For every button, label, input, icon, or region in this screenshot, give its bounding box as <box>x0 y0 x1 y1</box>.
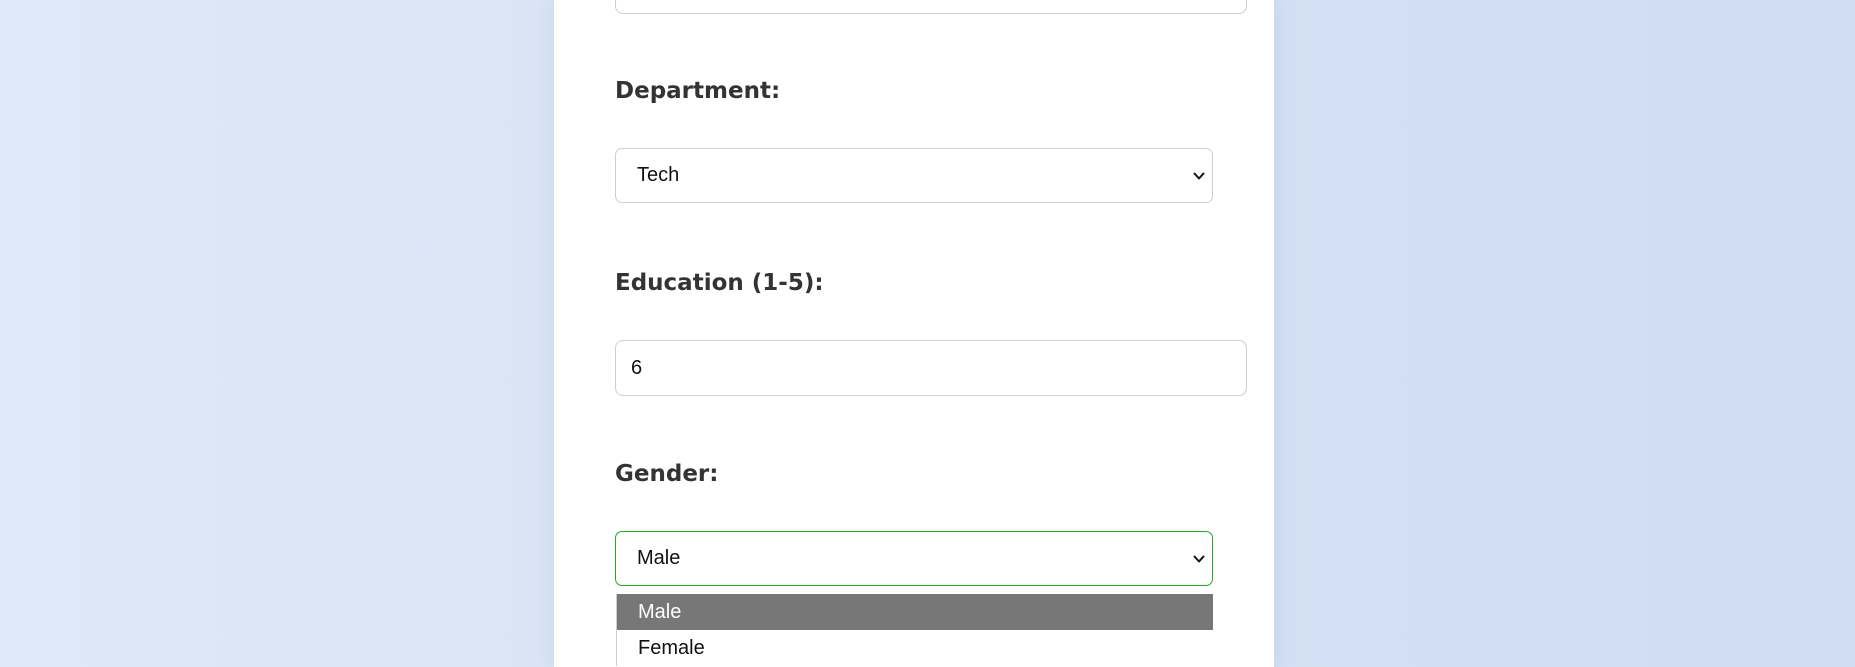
department-select-value: Tech <box>637 164 680 186</box>
gender-dropdown-list: Male Female <box>616 594 1213 666</box>
education-input-value: 6 <box>631 356 643 379</box>
education-input[interactable]: 6 <box>615 340 1247 396</box>
form-panel: Department: Tech Education (1-5): 6 Gend… <box>554 0 1274 667</box>
previous-field-input[interactable] <box>615 0 1247 14</box>
gender-label: Gender: <box>615 461 719 487</box>
department-label: Department: <box>615 78 781 104</box>
gender-option-female[interactable]: Female <box>617 630 1213 666</box>
gender-select-value: Male <box>637 547 681 569</box>
gender-option-male[interactable]: Male <box>617 594 1213 630</box>
department-select[interactable]: Tech <box>615 148 1213 203</box>
chevron-down-icon <box>1193 172 1205 179</box>
gender-select[interactable]: Male <box>615 531 1213 586</box>
education-label: Education (1-5): <box>615 270 824 296</box>
chevron-down-icon <box>1193 555 1205 562</box>
